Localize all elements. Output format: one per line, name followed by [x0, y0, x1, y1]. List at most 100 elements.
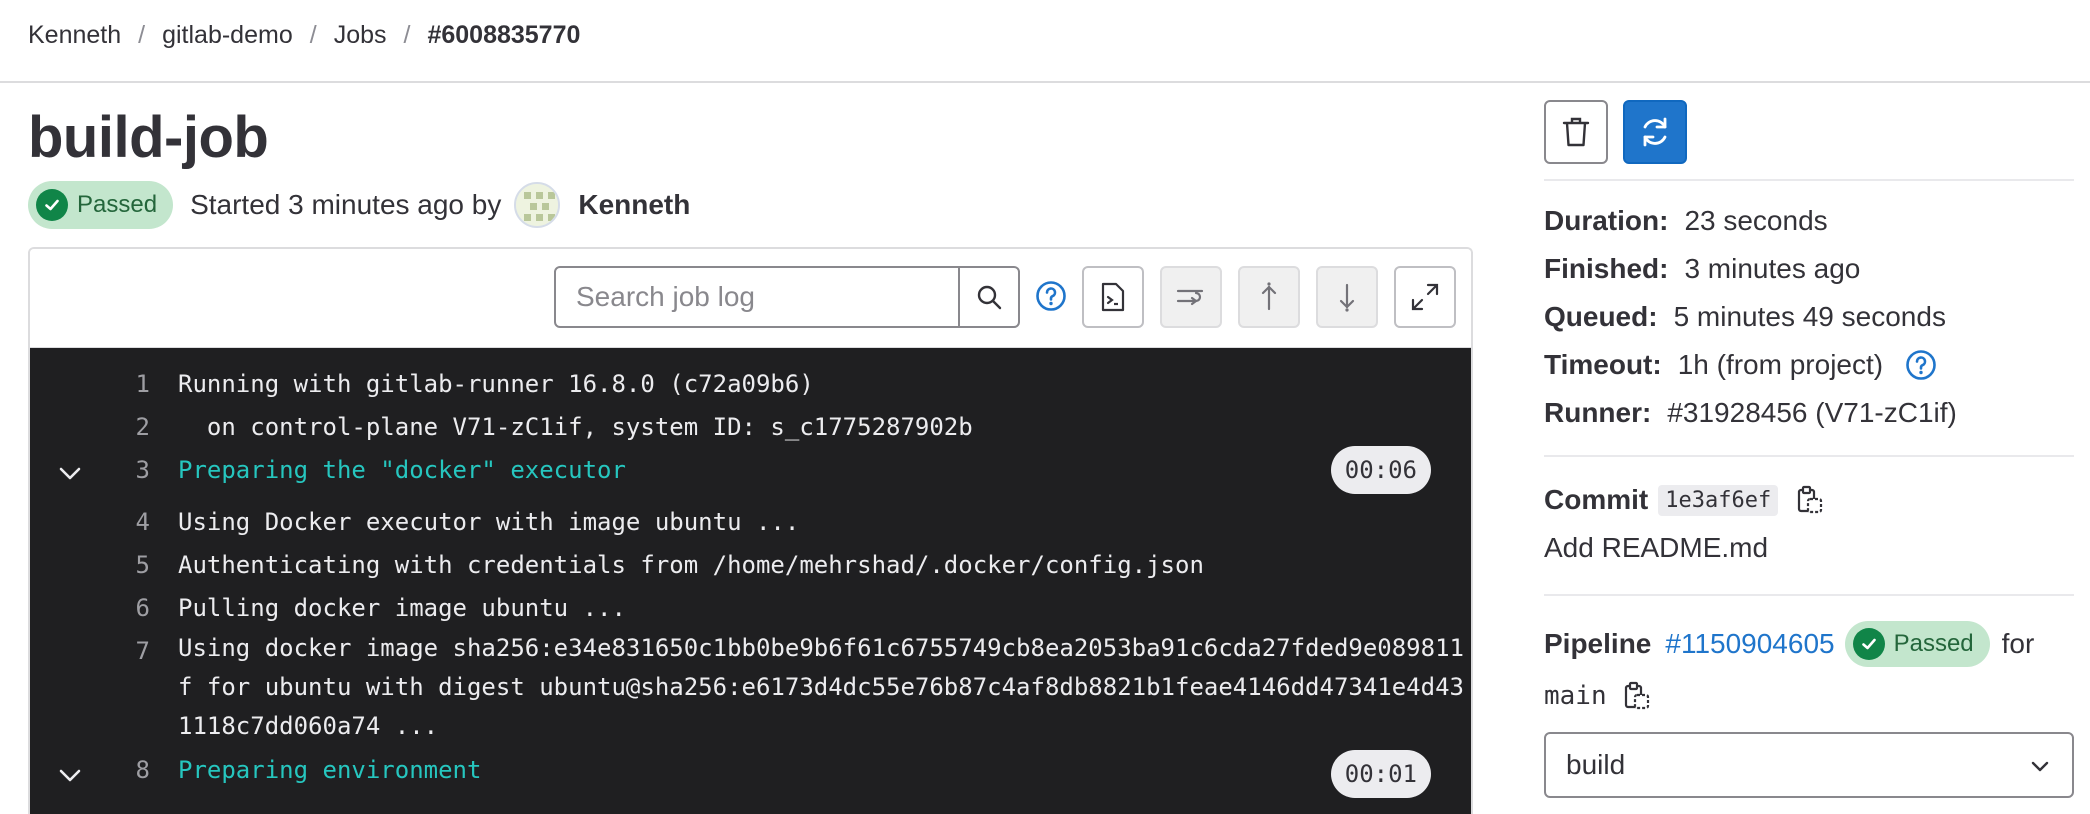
commit-sha-link[interactable]: 1e3af6ef [1658, 484, 1779, 516]
author-name[interactable]: Kenneth [578, 189, 690, 221]
retry-button[interactable] [1623, 100, 1687, 164]
log-line-text: Using docker image sha256:e34e831650c1bb… [178, 634, 1464, 740]
pipeline-status-badge[interactable]: Passed [1844, 621, 1990, 667]
stage-dropdown-value: build [1566, 749, 1626, 780]
log-line-text: Pulling docker image ubuntu ... [178, 594, 626, 622]
fullscreen-button[interactable] [1394, 266, 1456, 328]
status-badge[interactable]: Passed [28, 181, 174, 229]
chevron-down-icon[interactable] [54, 760, 86, 792]
pipeline-link[interactable]: #1150904605 [1665, 628, 1834, 660]
divider [1544, 455, 2074, 457]
breadcrumb-item-job-id[interactable]: #6008835770 [427, 21, 580, 50]
chevron-down-icon[interactable] [54, 458, 86, 490]
queued-value: 5 minutes 49 seconds [1673, 301, 1946, 332]
runner-row: Runner: #31928456 (V71-zC1if) [1544, 397, 1957, 429]
stage-dropdown[interactable]: build [1544, 732, 2074, 798]
scroll-to-top-button[interactable] [1238, 266, 1300, 328]
finished-value: 3 minutes ago [1684, 253, 1861, 284]
copy-to-clipboard-icon [1624, 681, 1649, 710]
breadcrumb-separator: / [403, 20, 411, 49]
commit-message-row: Add README.md [1544, 532, 1768, 564]
log-line-text: Running with gitlab-runner 16.8.0 (c72a0… [178, 370, 814, 398]
page-title: build-job [28, 105, 269, 170]
log-line-number[interactable]: 1 [90, 370, 150, 398]
log-line-number[interactable]: 6 [90, 594, 150, 622]
timeout-label: Timeout: [1544, 349, 1662, 380]
expand-icon [1411, 283, 1439, 311]
log-section-title: Preparing environment [178, 756, 482, 784]
show-raw-button[interactable] [1082, 266, 1144, 328]
section-duration-badge: 00:06 [1330, 446, 1431, 494]
timeout-help-button[interactable] [1905, 349, 1937, 381]
status-badge-label: Passed [77, 191, 158, 218]
arrow-down-icon [1339, 283, 1355, 312]
branch-link[interactable]: main [1544, 681, 1607, 711]
document-terminal-icon [1101, 282, 1125, 312]
question-icon [1036, 281, 1066, 311]
log-line-number[interactable]: 7 [90, 637, 150, 665]
breadcrumb-item-project[interactable]: gitlab-demo [162, 21, 293, 50]
breadcrumb-item-user[interactable]: Kenneth [28, 21, 121, 50]
finished-row: Finished: 3 minutes ago [1544, 253, 1860, 285]
check-circle-icon [1852, 628, 1885, 660]
help-button[interactable] [1034, 279, 1068, 313]
duration-value: 23 seconds [1684, 205, 1828, 236]
finished-label: Finished: [1544, 253, 1669, 284]
started-text: Started 3 minutes ago by [190, 189, 502, 220]
section-duration-badge: 00:01 [1330, 750, 1431, 798]
top-bar: Kenneth / gitlab-demo / Jobs / #60088357… [0, 0, 2090, 83]
arrow-up-icon [1261, 282, 1277, 311]
search-button[interactable] [958, 268, 1018, 326]
chevron-down-icon [2031, 761, 2049, 772]
log-line-text: on control-plane V71-zC1if, system ID: s… [178, 413, 973, 441]
breadcrumb-separator: / [309, 20, 317, 49]
log-line-number[interactable]: 4 [90, 508, 150, 536]
scroll-to-bottom-button[interactable] [1316, 266, 1378, 328]
timeout-row: Timeout: 1h (from project) [1544, 349, 1937, 381]
divider [1544, 179, 2074, 181]
log-line-text: Authenticating with credentials from /ho… [178, 551, 1204, 579]
pipeline-row: Pipeline #1150904605 Passed for [1544, 621, 2034, 667]
log-section-header[interactable]: 3 Preparing the "docker" executor 00:06 [30, 444, 1471, 496]
commit-label: Commit [1544, 484, 1649, 515]
pipeline-status-label: Passed [1893, 630, 1974, 657]
divider [1544, 594, 2074, 596]
search-box [554, 266, 1020, 328]
duration-label: Duration: [1544, 205, 1669, 236]
queued-row: Queued: 5 minutes 49 seconds [1544, 301, 1946, 333]
runner-label: Runner: [1544, 397, 1652, 428]
log-section-title: Preparing the "docker" executor [178, 456, 626, 484]
erase-log-button[interactable] [1544, 100, 1608, 164]
runner-value: #31928456 (V71-zC1if) [1667, 397, 1957, 428]
breadcrumb: Kenneth / gitlab-demo / Jobs / #60088357… [28, 0, 580, 70]
wrap-lines-button[interactable] [1160, 266, 1222, 328]
log-line-number[interactable]: 5 [90, 551, 150, 579]
copy-commit-button[interactable] [1794, 485, 1824, 515]
job-log: 1 Running with gitlab-runner 16.8.0 (c72… [30, 348, 1471, 814]
job-header-meta: Passed Started 3 minutes ago by Kenneth [28, 181, 690, 229]
log-section-header[interactable]: 8 Preparing environment 00:01 [30, 746, 1471, 798]
commit-row: Commit 1e3af6ef [1544, 484, 1824, 516]
check-circle-icon [36, 189, 68, 221]
avatar[interactable] [514, 182, 561, 228]
trash-icon [1562, 117, 1590, 147]
queued-label: Queued: [1544, 301, 1658, 332]
search-input[interactable] [556, 268, 958, 326]
search-icon [977, 285, 1002, 310]
copy-branch-button[interactable] [1621, 681, 1651, 711]
timeout-value: 1h (from project) [1677, 349, 1884, 380]
question-icon [1906, 350, 1936, 380]
retry-icon [1643, 117, 1667, 147]
commit-message[interactable]: Add README.md [1544, 532, 1768, 564]
breadcrumb-separator: / [138, 20, 146, 49]
log-line-number[interactable]: 2 [90, 413, 150, 441]
copy-to-clipboard-icon [1798, 485, 1823, 514]
breadcrumb-item-jobs[interactable]: Jobs [334, 21, 387, 50]
log-line-number[interactable]: 8 [90, 756, 150, 784]
job-log-panel: 1 Running with gitlab-runner 16.8.0 (c72… [28, 247, 1473, 814]
pipeline-label: Pipeline [1544, 628, 1652, 659]
log-line-number[interactable]: 3 [90, 456, 150, 484]
for-text: for [2001, 628, 2035, 659]
log-line-text: Using Docker executor with image ubuntu … [178, 508, 800, 536]
text-wrap-icon [1176, 289, 1204, 306]
